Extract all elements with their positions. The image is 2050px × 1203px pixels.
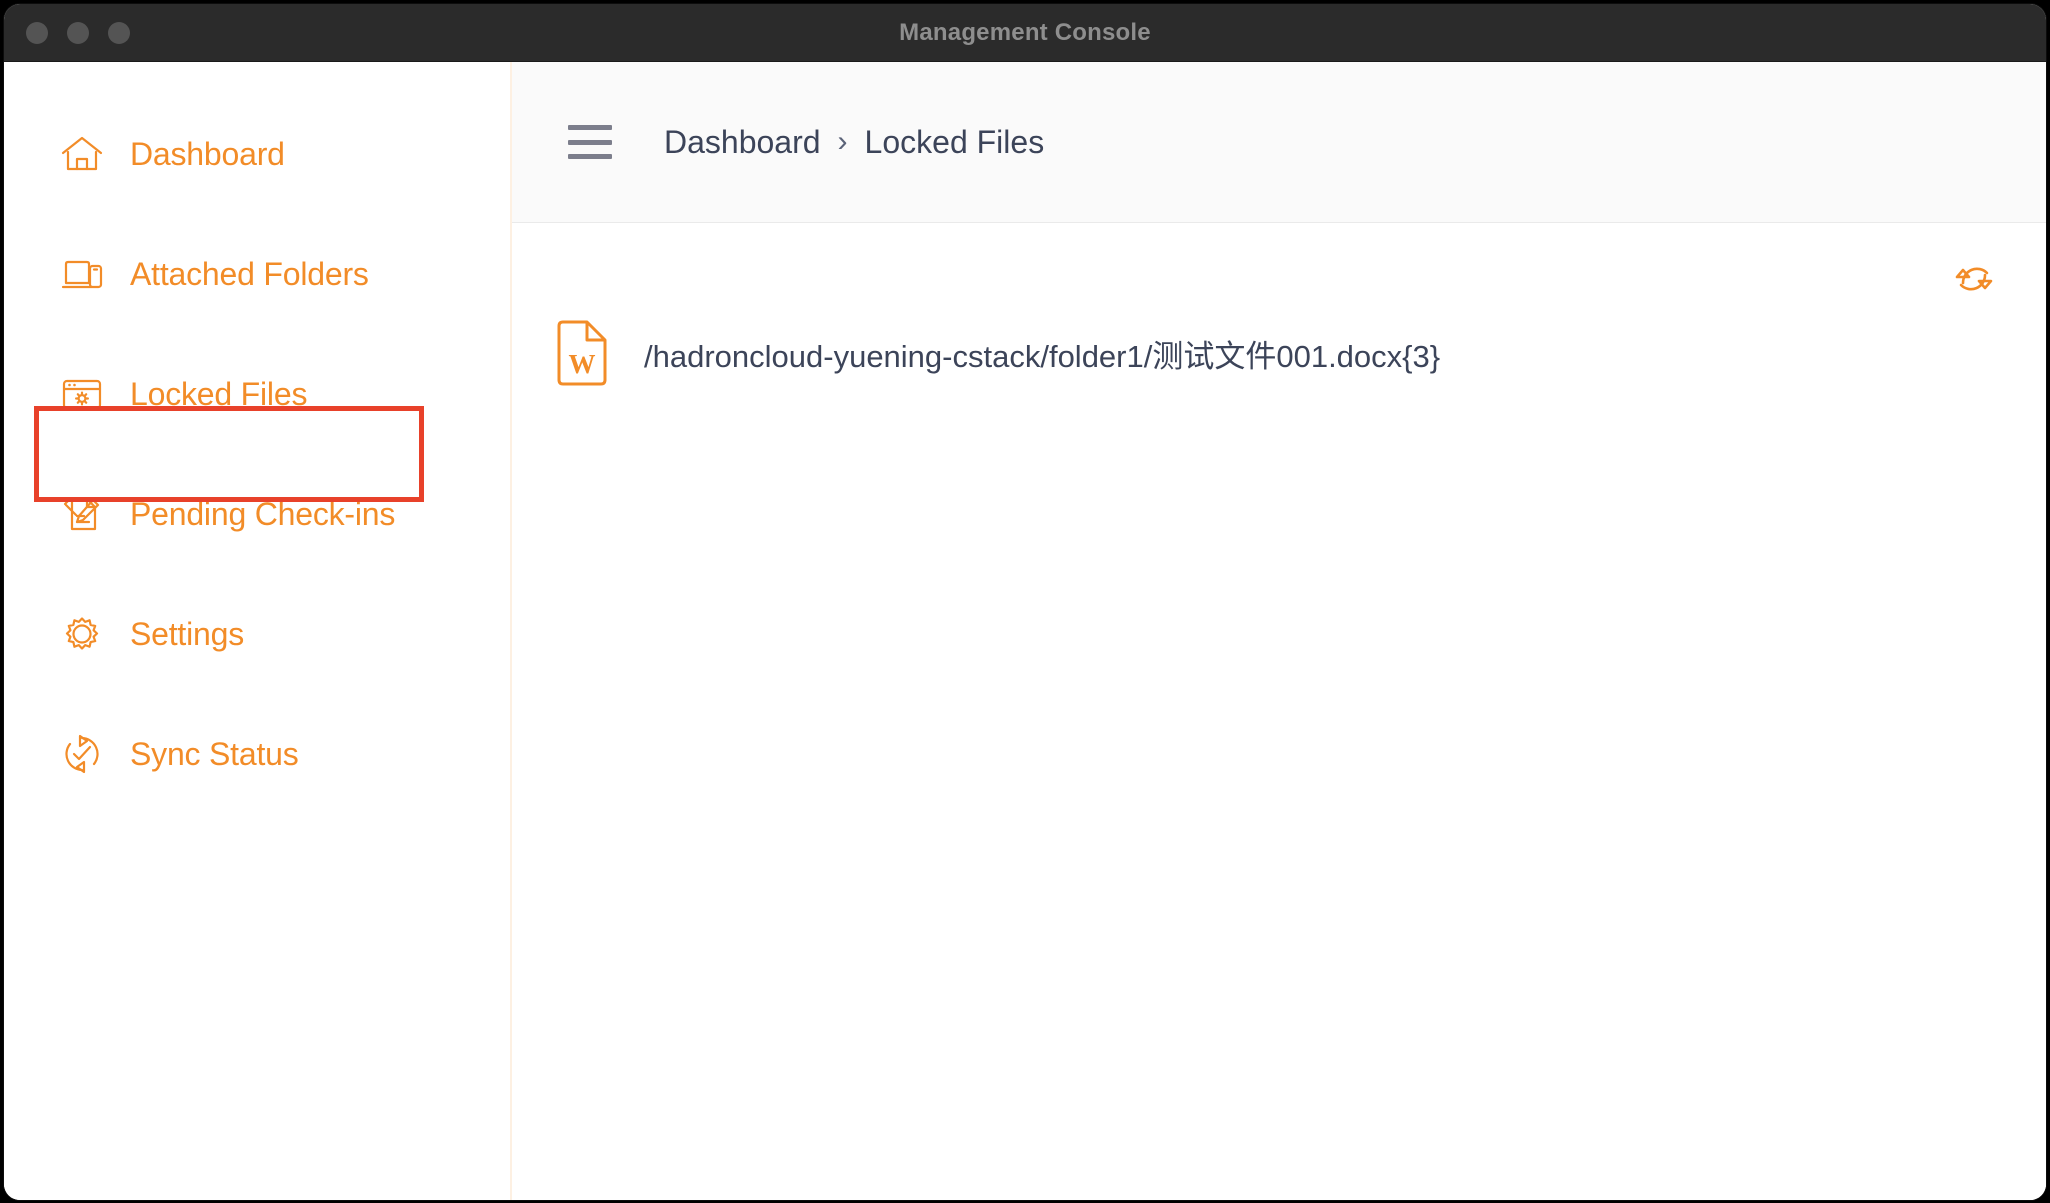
hamburger-bar xyxy=(568,139,612,145)
sidebar-navigation: Dashboard Attached Folders Locked Files … xyxy=(4,62,512,1200)
maximize-button[interactable] xyxy=(108,21,130,44)
list-item[interactable]: W /hadroncloud-yuening-cstack/folder1/测试… xyxy=(512,315,2046,391)
word-document-icon: W xyxy=(554,319,610,387)
sync-check-icon xyxy=(60,732,104,776)
sidebar-item-sync-status[interactable]: Sync Status xyxy=(4,724,510,784)
title-bar: Management Console xyxy=(4,4,2046,62)
traffic-light-controls xyxy=(26,4,130,61)
refresh-icon[interactable] xyxy=(1948,253,2000,305)
home-icon xyxy=(60,132,104,176)
sidebar-item-label: Sync Status xyxy=(130,735,299,772)
sidebar-item-attached-folders[interactable]: Attached Folders xyxy=(4,244,510,304)
sidebar-item-settings[interactable]: Settings xyxy=(4,604,510,664)
locked-files-list: W /hadroncloud-yuening-cstack/folder1/测试… xyxy=(512,223,2046,391)
window-gear-icon xyxy=(60,372,104,416)
breadcrumb-item-dashboard[interactable]: Dashboard xyxy=(664,124,821,161)
window-body: Dashboard Attached Folders Locked Files … xyxy=(4,62,2046,1200)
sidebar-item-label: Pending Check-ins xyxy=(130,495,396,532)
sidebar-item-label: Settings xyxy=(130,615,245,652)
main-panel: Dashboard › Locked Files W /hadroncloud-… xyxy=(512,62,2046,1200)
svg-text:W: W xyxy=(569,349,596,379)
sidebar-item-dashboard[interactable]: Dashboard xyxy=(4,124,510,184)
breadcrumb: Dashboard › Locked Files xyxy=(664,124,1044,161)
hamburger-icon[interactable] xyxy=(568,125,612,159)
gear-icon xyxy=(60,612,104,656)
chevron-right-icon: › xyxy=(837,125,848,158)
application-window: Management Console Dashboard Attached Fo… xyxy=(4,4,2046,1200)
sidebar-item-label: Dashboard xyxy=(130,135,285,172)
sidebar-item-label: Locked Files xyxy=(130,375,308,412)
document-pen-icon xyxy=(60,492,104,536)
sidebar-item-locked-files[interactable]: Locked Files xyxy=(4,364,510,424)
devices-icon xyxy=(60,252,104,296)
hamburger-bar xyxy=(568,125,612,130)
minimize-button[interactable] xyxy=(67,21,89,44)
sidebar-item-pending-checkins[interactable]: Pending Check-ins xyxy=(4,484,510,544)
breadcrumb-item-current: Locked Files xyxy=(864,123,1045,160)
window-title: Management Console xyxy=(899,18,1151,46)
content-area: W /hadroncloud-yuening-cstack/folder1/测试… xyxy=(512,223,2046,1200)
file-path-label: /hadroncloud-yuening-cstack/folder1/测试文件… xyxy=(644,338,1441,374)
sidebar-item-label: Attached Folders xyxy=(130,255,369,292)
content-header: Dashboard › Locked Files xyxy=(512,62,2046,223)
hamburger-bar xyxy=(568,154,612,159)
close-button[interactable] xyxy=(26,21,48,44)
